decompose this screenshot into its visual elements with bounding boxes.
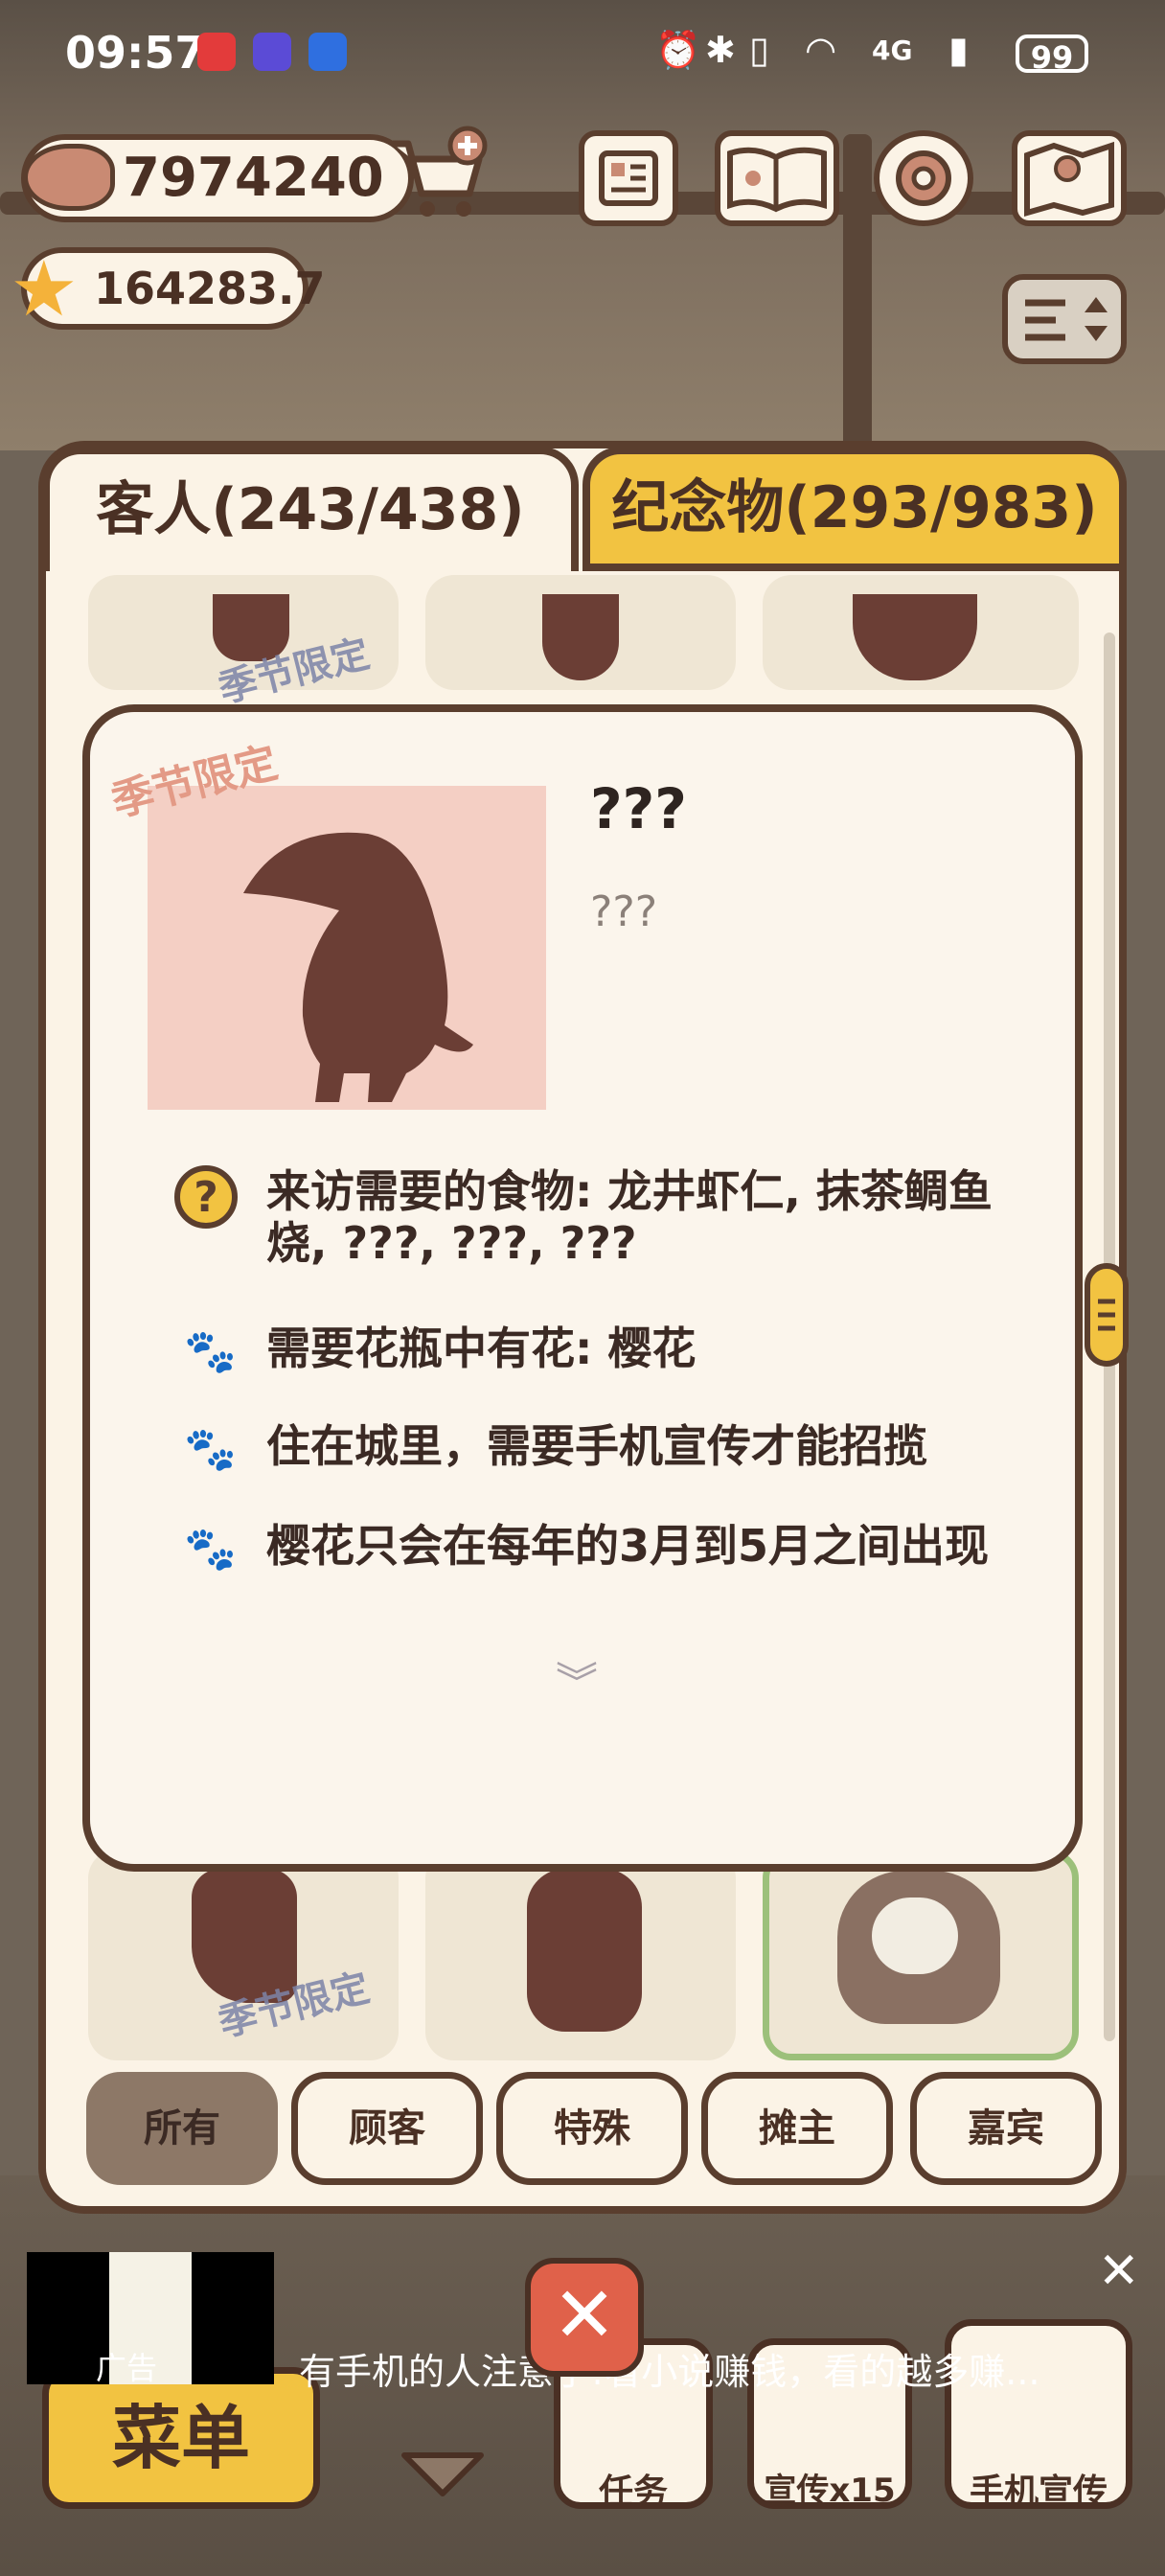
star-icon: ★ <box>10 244 79 334</box>
board-icon <box>599 150 658 206</box>
wifi-icon: ◠ <box>807 29 835 71</box>
shop-cart-button[interactable] <box>383 125 489 230</box>
ad-text[interactable]: 有手机的人注意了!看小说赚钱，看的越多赚... <box>299 2342 1065 2395</box>
network-type: 4G <box>872 34 913 66</box>
collapse-arrow[interactable] <box>395 2444 491 2501</box>
notes-app-icon <box>253 33 291 71</box>
ad-label: 广告 <box>96 2350 158 2386</box>
filter-guests[interactable]: 嘉宾 <box>910 2072 1102 2185</box>
notice-board-button[interactable] <box>579 130 678 226</box>
tab-souvenirs[interactable]: 纪念物(293/983) <box>582 447 1127 571</box>
customer-name: ??? <box>590 776 687 841</box>
customer-description: ??? <box>590 887 658 936</box>
huawei-app-icon <box>197 33 236 71</box>
bluetooth-icon: ✱ <box>705 29 736 71</box>
tab-customers[interactable]: 客人(243/438) <box>42 447 579 571</box>
paw-icon: 🐾 <box>184 1525 237 1574</box>
question-icon: ? <box>174 1165 238 1229</box>
info-text: 需要花瓶中有花: 樱花 <box>266 1322 697 1374</box>
map-button[interactable] <box>1012 130 1127 226</box>
vibrate-icon: ▯ <box>749 29 769 71</box>
info-text: 住在城里，需要手机宣传才能招揽 <box>266 1420 927 1472</box>
clock: 09:57 <box>65 27 206 79</box>
customer-silhouette <box>527 1869 642 2032</box>
paw-icon: 🐾 <box>184 1425 237 1474</box>
close-ad-button[interactable]: ✕ <box>525 2258 644 2377</box>
info-text: 樱花只会在每年的3月到5月之间出现 <box>266 1520 990 1572</box>
fish-icon <box>23 144 115 211</box>
sort-icon <box>1025 297 1108 341</box>
customer-portrait <box>148 786 546 1110</box>
signal-icon: ▮ <box>948 29 969 71</box>
tips-app-icon <box>308 33 347 71</box>
chevron-down-icon[interactable]: ︾ <box>556 1648 598 1710</box>
customer-book-button[interactable] <box>715 130 839 226</box>
menu-button[interactable]: 菜单 <box>42 2367 320 2509</box>
filter-vendors[interactable]: 摊主 <box>701 2072 893 2185</box>
filter-special[interactable]: 特殊 <box>496 2072 688 2185</box>
wood-post <box>843 134 872 450</box>
scrollbar-thumb[interactable] <box>1085 1263 1129 1367</box>
info-text: 来访需要的食物: 龙井虾仁, 抹茶鲷鱼烧, ???, ???, ??? <box>266 1165 993 1269</box>
map-icon <box>1024 141 1114 217</box>
toucan-silhouette <box>243 832 473 1102</box>
chevron-down-icon <box>401 2452 484 2496</box>
close-icon[interactable]: ✕ <box>1098 2242 1140 2300</box>
sort-toggle-button[interactable] <box>1002 274 1127 364</box>
customer-silhouette <box>542 594 619 680</box>
book-icon <box>727 147 827 213</box>
paw-icon: 🐾 <box>184 1327 237 1376</box>
customer-face <box>872 1898 958 1974</box>
cart-icon <box>393 126 488 217</box>
filter-customers[interactable]: 顾客 <box>291 2072 483 2185</box>
status-bar: 09:57 ⏰ ✱ ▯ ◠ 4G ▮ 99 <box>0 0 1165 115</box>
filter-all[interactable]: 所有 <box>86 2072 278 2185</box>
gear-icon <box>896 150 951 206</box>
alarm-icon: ⏰ <box>655 29 701 71</box>
settings-button[interactable] <box>874 130 973 226</box>
battery-indicator: 99 <box>1016 34 1088 76</box>
